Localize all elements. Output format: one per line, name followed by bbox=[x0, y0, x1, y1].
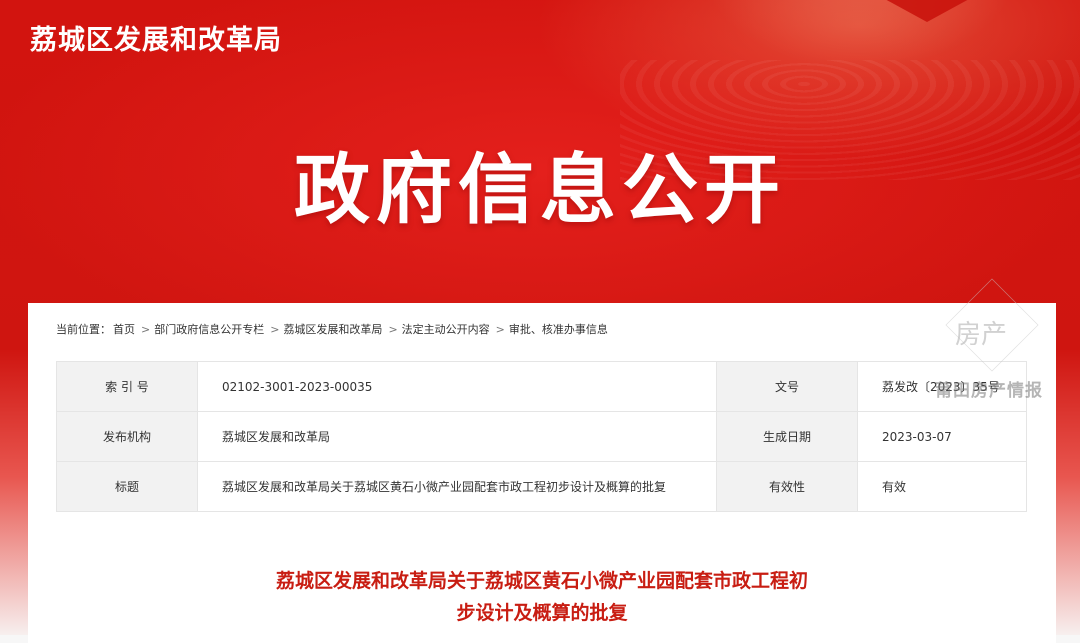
breadcrumb-item-home[interactable]: 首页 bbox=[113, 323, 135, 336]
index-number-label: 索 引 号 bbox=[56, 361, 198, 412]
breadcrumb-item-bureau[interactable]: 荔城区发展和改革局 bbox=[283, 323, 382, 336]
title-value: 荔城区发展和改革局关于荔城区黄石小微产业园配套市政工程初步设计及概算的批复 bbox=[197, 461, 717, 512]
breadcrumb-separator: > bbox=[495, 323, 505, 336]
doc-number-label: 文号 bbox=[716, 361, 858, 412]
doc-number-value: 荔发改〔2023〕35号 bbox=[857, 361, 1027, 412]
table-row: 标题 荔城区发展和改革局关于荔城区黄石小微产业园配套市政工程初步设计及概算的批复… bbox=[56, 461, 1027, 512]
date-value: 2023-03-07 bbox=[857, 411, 1027, 462]
publisher-label: 发布机构 bbox=[56, 411, 198, 462]
document-meta-table: 索 引 号 02102-3001-2023-00035 文号 荔发改〔2023〕… bbox=[56, 361, 1027, 512]
breadcrumb-separator: > bbox=[270, 323, 280, 336]
document-title-line2: 步设计及概算的批复 bbox=[456, 602, 628, 624]
breadcrumb-item-approval[interactable]: 审批、核准办事信息 bbox=[509, 323, 608, 336]
index-number-value: 02102-3001-2023-00035 bbox=[197, 361, 717, 412]
breadcrumb-item-statutory[interactable]: 法定主动公开内容 bbox=[402, 323, 490, 336]
publisher-value: 荔城区发展和改革局 bbox=[197, 411, 717, 462]
document-title-line1: 荔城区发展和改革局关于荔城区黄石小微产业园配套市政工程初 bbox=[275, 570, 808, 592]
validity-label: 有效性 bbox=[716, 461, 858, 512]
breadcrumb-item-dept-column[interactable]: 部门政府信息公开专栏 bbox=[154, 323, 264, 336]
content-panel: 当前位置： 首页 > 部门政府信息公开专栏 > 荔城区发展和改革局 > 法定主动公开内容 > 审批… bbox=[28, 303, 1056, 643]
date-label: 生成日期 bbox=[716, 411, 858, 462]
title-label: 标题 bbox=[56, 461, 198, 512]
validity-value: 有效 bbox=[857, 461, 1027, 512]
table-row: 索 引 号 02102-3001-2023-00035 文号 荔发改〔2023〕… bbox=[56, 361, 1027, 412]
breadcrumb-label: 当前位置： bbox=[56, 323, 111, 336]
hero-title: 政府信息公开 bbox=[294, 145, 786, 234]
breadcrumb: 当前位置： 首页 > 部门政府信息公开专栏 > 荔城区发展和改革局 > 法定主动公开内容 > 审批… bbox=[56, 321, 610, 337]
breadcrumb-separator: > bbox=[388, 323, 398, 336]
breadcrumb-separator: > bbox=[141, 323, 151, 336]
document-title: 荔城区发展和改革局关于荔城区黄石小微产业园配套市政工程初 步设计及概算的批复 bbox=[28, 565, 1056, 629]
site-title[interactable]: 荔城区发展和改革局 bbox=[30, 18, 282, 57]
table-row: 发布机构 荔城区发展和改革局 生成日期 2023-03-07 bbox=[56, 411, 1027, 462]
